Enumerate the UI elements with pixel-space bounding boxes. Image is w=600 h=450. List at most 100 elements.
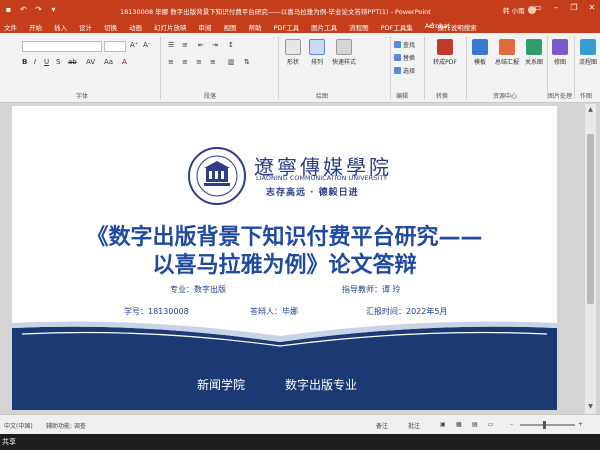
columns-icon[interactable]: ▥: [228, 58, 235, 66]
restore-icon[interactable]: ❐: [568, 3, 580, 12]
title-bar: ▪ ↶ ↷ ▾ 18130008 毕娜 数字出版背景下知识付费平台研究——以喜马…: [0, 0, 600, 20]
font-name-box[interactable]: [22, 41, 102, 52]
align-right-icon[interactable]: ≡: [196, 58, 202, 66]
char-spacing-button[interactable]: AV: [86, 58, 95, 66]
tab-animations[interactable]: 动画: [129, 22, 142, 32]
tell-me-search[interactable]: ♁ 操作说明搜索: [430, 22, 477, 32]
decrease-font-icon[interactable]: A⁻: [143, 41, 151, 49]
zoom-slider-track[interactable]: [520, 424, 575, 426]
footer-school: 新闻学院: [197, 378, 246, 392]
font-size-box[interactable]: [104, 41, 126, 52]
shapes-button[interactable]: 形状: [282, 39, 304, 66]
editing-group-label: 编辑: [396, 93, 409, 100]
summary-report-icon: [499, 39, 515, 55]
minimize-icon[interactable]: –: [550, 3, 562, 12]
close-icon[interactable]: ✕: [586, 3, 598, 12]
save-icon[interactable]: ▪: [4, 5, 13, 14]
accessibility-status[interactable]: 辅助功能: 调查: [46, 421, 86, 430]
relation-chart-button[interactable]: 关系图: [523, 39, 545, 66]
tab-view[interactable]: 视图: [224, 22, 237, 32]
tab-picture-tools[interactable]: 图片工具: [311, 22, 337, 32]
normal-view-icon[interactable]: ▣: [440, 421, 446, 428]
tab-review[interactable]: 审阅: [199, 22, 212, 32]
justify-icon[interactable]: ≡: [210, 58, 216, 66]
zoom-out-icon[interactable]: –: [510, 421, 513, 428]
zoom-in-icon[interactable]: +: [578, 421, 583, 428]
summary-report-button[interactable]: 总结汇报: [493, 39, 521, 66]
tab-insert[interactable]: 插入: [54, 22, 67, 32]
vertical-scrollbar[interactable]: ▲ ▼: [585, 104, 596, 414]
select-label: 选择: [403, 68, 416, 75]
zoom-slider-thumb[interactable]: [543, 421, 546, 429]
replace-label: 替换: [403, 55, 416, 62]
bullets-icon[interactable]: ☰: [168, 41, 174, 49]
flowchart-icon: [580, 39, 596, 55]
text-direction-icon[interactable]: ⇅: [244, 58, 250, 66]
quick-styles-button[interactable]: 快速样式: [330, 39, 358, 66]
align-center-icon[interactable]: ≡: [182, 58, 188, 66]
numbering-icon[interactable]: ≡: [182, 41, 188, 49]
user-account[interactable]: 韩 小雨: [503, 5, 536, 15]
group-divider: [424, 37, 425, 99]
align-left-icon[interactable]: ≡: [168, 58, 174, 66]
tab-design[interactable]: 设计: [79, 22, 92, 32]
undo-icon[interactable]: ↶: [19, 5, 28, 14]
tab-transitions[interactable]: 切换: [104, 22, 117, 32]
relation-chart-label: 关系图: [524, 59, 543, 66]
arrange-icon: [309, 39, 325, 55]
templates-label: 模板: [473, 59, 486, 66]
comments-button[interactable]: 批注: [408, 421, 420, 430]
tab-pdf-tools[interactable]: PDF工具: [274, 22, 300, 32]
underline-button[interactable]: U: [44, 58, 49, 66]
font-color-button[interactable]: A: [122, 58, 127, 66]
line-spacing-icon[interactable]: ↕: [228, 41, 234, 49]
shapes-icon: [285, 39, 301, 55]
strikethrough-button[interactable]: ab: [68, 58, 77, 66]
bold-button[interactable]: B: [22, 58, 27, 66]
select-icon: [394, 67, 401, 74]
increase-font-icon[interactable]: A⁺: [130, 41, 138, 49]
tab-slideshow[interactable]: 幻灯片放映: [154, 22, 187, 32]
flowchart-button[interactable]: 流程图: [577, 39, 599, 66]
group-divider: [466, 37, 467, 99]
replace-button[interactable]: 替换: [394, 53, 415, 62]
reading-view-icon[interactable]: ▤: [472, 421, 478, 428]
group-divider: [547, 37, 548, 99]
student-id-text: 学号：18130008: [124, 307, 189, 316]
pdf-icon: [437, 39, 453, 55]
increase-indent-icon[interactable]: ⇥: [212, 41, 218, 49]
paragraph-group-label: 段落: [204, 93, 217, 100]
tab-pdf-toolset[interactable]: PDF工具集: [381, 22, 413, 32]
customize-icon[interactable]: ▾: [49, 5, 58, 14]
relation-chart-icon: [526, 39, 542, 55]
tab-flowchart[interactable]: 流程图: [349, 22, 369, 32]
decrease-indent-icon[interactable]: ⇤: [198, 41, 204, 49]
tab-home[interactable]: 开始: [29, 22, 42, 32]
change-case-button[interactable]: Aa: [104, 58, 113, 66]
scroll-down-icon[interactable]: ▼: [586, 403, 595, 412]
templates-button[interactable]: 模板: [469, 39, 491, 66]
notes-button[interactable]: 备注: [376, 421, 388, 430]
select-button[interactable]: 选择: [394, 66, 415, 75]
shadow-button[interactable]: S: [56, 58, 60, 66]
taskbar-strip: 共享: [0, 434, 600, 450]
slide-canvas[interactable]: 遼寧傳媒學院 LIAONING COMMUNICATION UNIVERSITY…: [12, 106, 557, 410]
tab-file[interactable]: 文件: [4, 22, 17, 32]
tab-help[interactable]: 帮助: [249, 22, 262, 32]
convert-pdf-button[interactable]: 转成PDF: [428, 39, 462, 66]
retouch-button[interactable]: 修图: [550, 39, 570, 66]
arrange-button[interactable]: 排列: [306, 39, 328, 66]
language-status[interactable]: 中文(中国): [4, 421, 33, 430]
italic-button[interactable]: I: [34, 58, 36, 66]
status-bar: 中文(中国) 辅助功能: 调查 备注 批注 ▣ ▦ ▤ ▭ – +: [0, 414, 600, 434]
quick-styles-icon: [336, 39, 352, 55]
share-label[interactable]: 共享: [2, 437, 16, 447]
slideshow-view-icon[interactable]: ▭: [488, 421, 494, 428]
scrollbar-thumb[interactable]: [587, 134, 594, 304]
find-button[interactable]: 查找: [394, 40, 415, 49]
arrange-label: 排列: [310, 59, 323, 66]
ribbon-display-icon[interactable]: ▭: [532, 3, 544, 12]
redo-icon[interactable]: ↷: [34, 5, 43, 14]
scroll-up-icon[interactable]: ▲: [586, 106, 595, 115]
slide-sorter-icon[interactable]: ▦: [456, 421, 462, 428]
